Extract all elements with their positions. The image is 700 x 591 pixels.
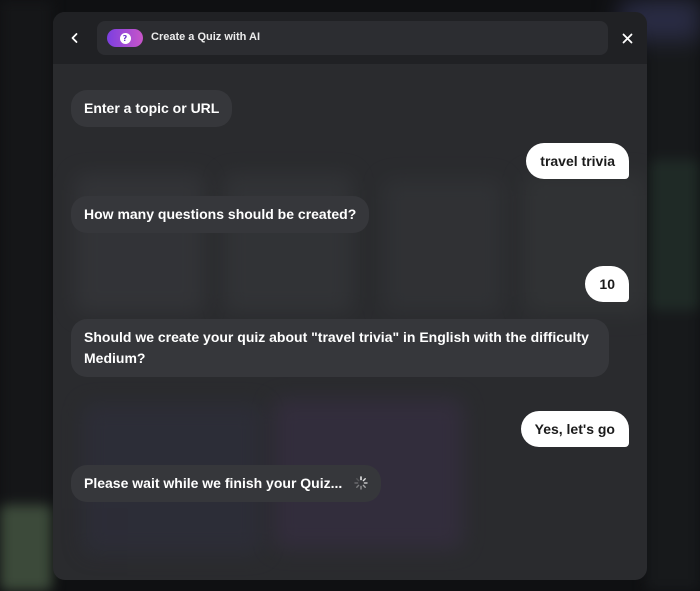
create-quiz-modal: ? Create a Quiz with AI Enter a topic or…	[53, 12, 647, 580]
chevron-left-icon	[71, 33, 78, 43]
close-button[interactable]	[617, 28, 637, 48]
background-left-panel	[0, 0, 52, 591]
user-message: Yes, let's go	[520, 411, 629, 447]
ghost-card	[75, 174, 205, 314]
bot-message-loading: Please wait while we finish your Quiz...	[71, 465, 382, 502]
background-card	[650, 160, 700, 310]
message-text: How many questions should be created?	[84, 206, 357, 222]
message-text: 10	[599, 276, 615, 292]
back-button[interactable]	[65, 28, 85, 48]
bot-message: How many questions should be created?	[71, 196, 370, 233]
ai-badge: ?	[107, 29, 143, 47]
title-bar: ? Create a Quiz with AI	[97, 21, 608, 55]
modal-title: Create a Quiz with AI	[151, 31, 261, 43]
spinner-icon	[354, 476, 368, 490]
message-text: Should we create your quiz about "travel…	[84, 329, 589, 366]
user-message: travel trivia	[526, 143, 629, 179]
background-thumbnail	[0, 505, 52, 591]
message-text: Enter a topic or URL	[84, 100, 220, 116]
message-text: travel trivia	[540, 153, 615, 169]
ghost-card	[383, 179, 503, 314]
question-icon: ?	[119, 32, 131, 44]
ghost-card	[223, 174, 353, 314]
user-message: 10	[585, 266, 629, 302]
message-text: Yes, let's go	[534, 421, 615, 437]
modal-header: ? Create a Quiz with AI	[53, 12, 647, 64]
message-text: Please wait while we finish your Quiz...	[84, 475, 343, 491]
bot-message: Should we create your quiz about "travel…	[71, 319, 609, 377]
bot-message: Enter a topic or URL	[71, 90, 233, 127]
close-icon	[622, 33, 632, 43]
